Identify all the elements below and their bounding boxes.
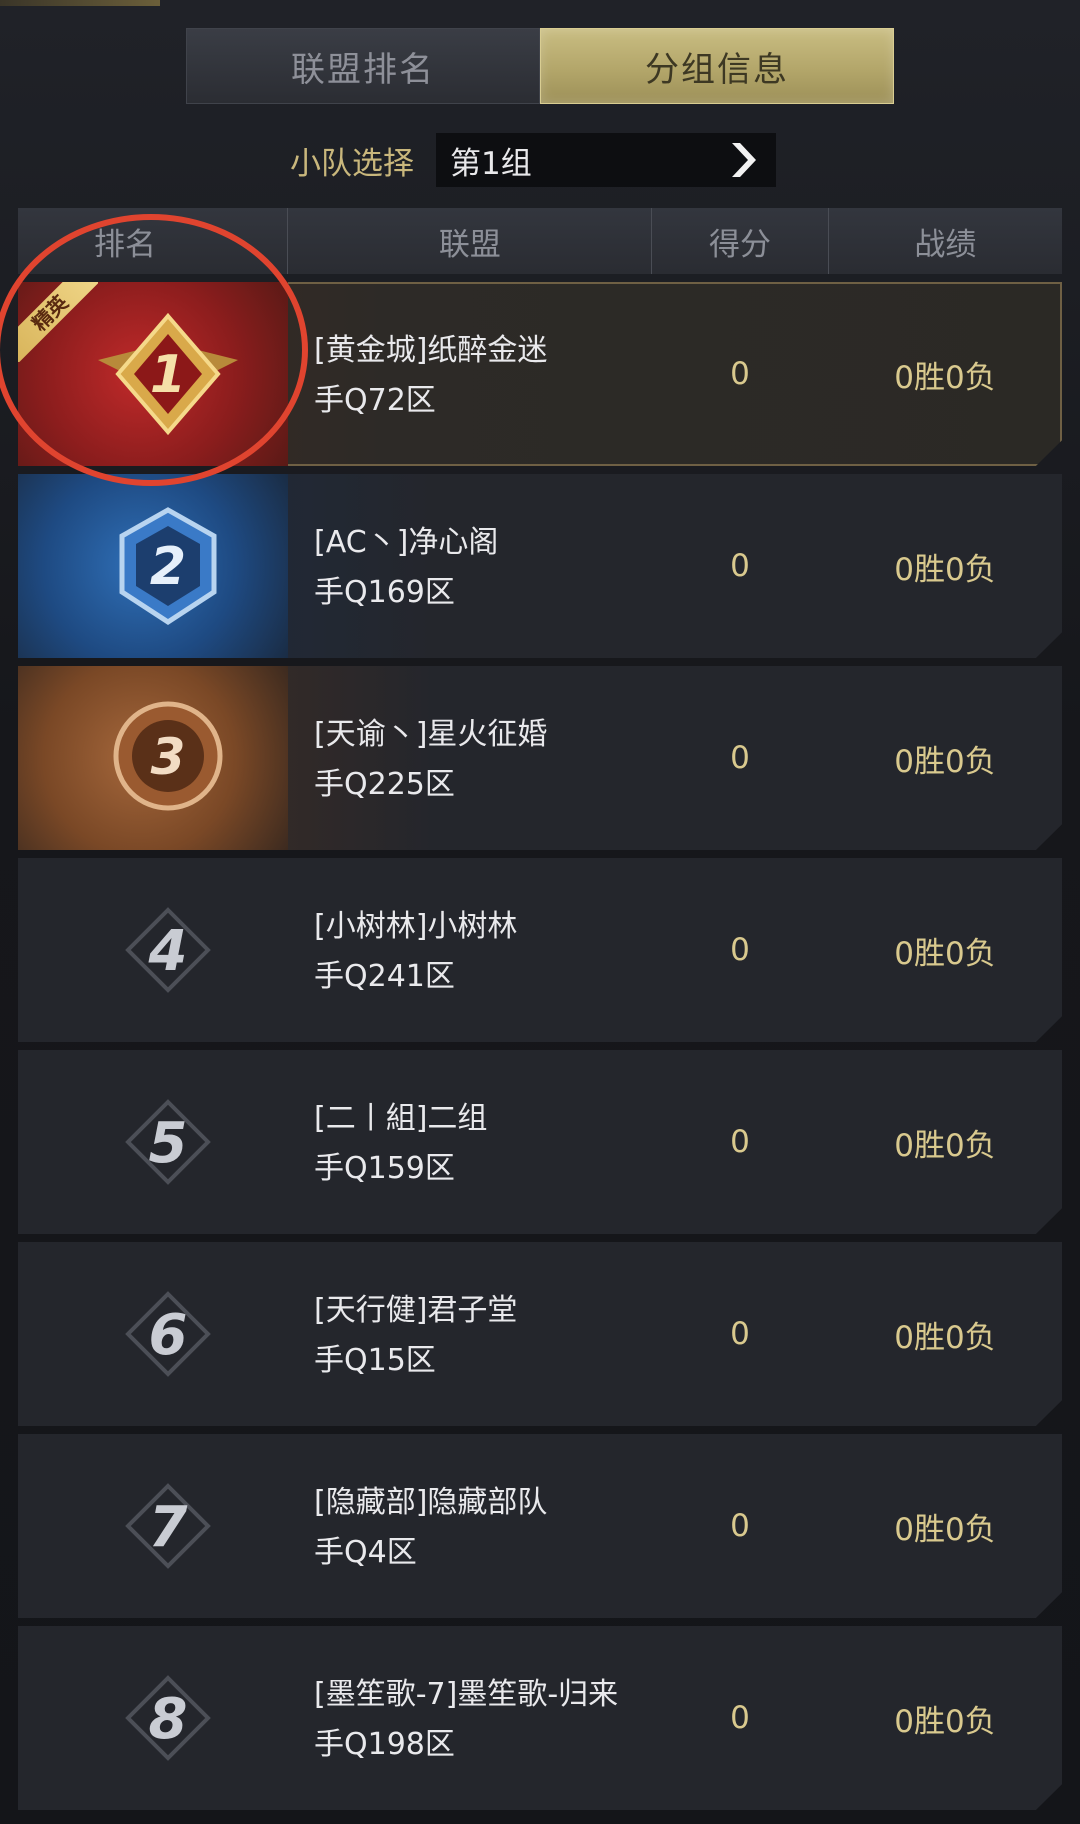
tab-bar: 联盟排名 分组信息 (186, 28, 894, 104)
server-name: 手Q169区 (314, 575, 455, 610)
score-cell: 0 (730, 1700, 750, 1736)
svg-text:4: 4 (148, 919, 188, 984)
table-row[interactable]: 4 [小树林]小树林 手Q241区 0 0胜0负 (18, 858, 1062, 1042)
rank-3-badge-icon: 3 (113, 701, 223, 811)
alliance-cell: [黄金城]纸醉金迷 手Q72区 (314, 326, 644, 426)
score-cell: 0 (730, 548, 750, 584)
alliance-cell: [天行健]君子堂 手Q15区 (314, 1286, 644, 1386)
server-name: 手Q159区 (314, 1151, 455, 1186)
score-cell: 0 (730, 1124, 750, 1160)
svg-text:5: 5 (149, 1111, 188, 1176)
alliance-cell: [小树林]小树林 手Q241区 (314, 902, 644, 1002)
header-record: 战绩 (827, 208, 1062, 274)
team-select-value: 第1组 (450, 145, 532, 182)
server-name: 手Q198区 (314, 1727, 455, 1762)
tab-group-info[interactable]: 分组信息 (540, 28, 894, 104)
table-row[interactable]: 2 [AC丶]净心阁 手Q169区 0 0胜0负 (18, 474, 1062, 658)
alliance-cell: [墨笙歌-7]墨笙歌-归来 手Q198区 (314, 1670, 644, 1770)
svg-text:7: 7 (149, 1495, 188, 1560)
tab-alliance-ranking[interactable]: 联盟排名 (186, 28, 540, 104)
score-cell: 0 (730, 932, 750, 968)
table-row[interactable]: 6 [天行健]君子堂 手Q15区 0 0胜0负 (18, 1242, 1062, 1426)
rank-7-badge-icon: 7 (125, 1483, 211, 1569)
team-selector: 小队选择 第1组 (290, 132, 776, 188)
team-select-label: 小队选择 (290, 145, 414, 182)
rank-4-badge-icon: 4 (125, 907, 211, 993)
server-name: 手Q15区 (314, 1343, 436, 1378)
score-cell: 0 (730, 740, 750, 776)
header-rank: 排名 (94, 226, 156, 263)
header-alliance: 联盟 (287, 208, 651, 274)
alliance-name: [小树林]小树林 (314, 909, 518, 944)
record-cell: 0胜0负 (894, 935, 996, 972)
table-row[interactable]: 3 [天谕丶]星火征婚 手Q225区 0 0胜0负 (18, 666, 1062, 850)
record-cell: 0胜0负 (894, 359, 996, 396)
alliance-cell: [AC丶]净心阁 手Q169区 (314, 518, 644, 618)
table-row[interactable]: 精英 1 [黄金城]纸醉金迷 手Q72区 0 0胜0负 (18, 282, 1062, 466)
record-cell: 0胜0负 (894, 1703, 996, 1740)
score-cell: 0 (730, 356, 750, 392)
table-row[interactable]: 5 [二丨組]二组 手Q159区 0 0胜0负 (18, 1050, 1062, 1234)
alliance-name: [天谕丶]星火征婚 (314, 717, 548, 752)
alliance-name: [天行健]君子堂 (314, 1293, 518, 1328)
server-name: 手Q225区 (314, 767, 455, 802)
alliance-name: [隐藏部]隐藏部队 (314, 1485, 548, 1520)
svg-text:2: 2 (150, 537, 186, 597)
score-cell: 0 (730, 1316, 750, 1352)
server-name: 手Q72区 (314, 383, 436, 418)
rank-2-badge-icon: 2 (119, 507, 217, 625)
record-cell: 0胜0负 (894, 551, 996, 588)
table-row[interactable]: 7 [隐藏部]隐藏部队 手Q4区 0 0胜0负 (18, 1434, 1062, 1618)
alliance-name: [黄金城]纸醉金迷 (314, 333, 548, 368)
alliance-cell: [二丨組]二组 手Q159区 (314, 1094, 644, 1194)
alliance-name: [AC丶]净心阁 (314, 525, 499, 560)
rank-8-badge-icon: 8 (125, 1675, 211, 1761)
rank-1-badge-icon: 1 (98, 312, 238, 436)
top-decoration (0, 0, 160, 6)
record-cell: 0胜0负 (894, 743, 996, 780)
server-name: 手Q4区 (314, 1535, 417, 1570)
rank-5-badge-icon: 5 (125, 1099, 211, 1185)
record-cell: 0胜0负 (894, 1511, 996, 1548)
alliance-cell: [天谕丶]星火征婚 手Q225区 (314, 710, 644, 810)
svg-text:6: 6 (149, 1303, 188, 1368)
svg-text:8: 8 (149, 1687, 188, 1752)
score-cell: 0 (730, 1508, 750, 1544)
alliance-name: [墨笙歌-7]墨笙歌-归来 (314, 1677, 619, 1712)
chevron-right-icon[interactable] (728, 139, 762, 181)
svg-text:3: 3 (151, 728, 186, 786)
table-row[interactable]: 8 [墨笙歌-7]墨笙歌-归来 手Q198区 0 0胜0负 (18, 1626, 1062, 1810)
header-score: 得分 (651, 208, 827, 274)
record-cell: 0胜0负 (894, 1127, 996, 1164)
rank-6-badge-icon: 6 (125, 1291, 211, 1377)
record-cell: 0胜0负 (894, 1319, 996, 1356)
alliance-cell: [隐藏部]隐藏部队 手Q4区 (314, 1478, 644, 1578)
server-name: 手Q241区 (314, 959, 455, 994)
ranking-list: 精英 1 [黄金城]纸醉金迷 手Q72区 0 0胜0负 2 [AC丶]净心阁 手… (18, 282, 1062, 1818)
svg-text:1: 1 (150, 345, 186, 405)
alliance-name: [二丨組]二组 (314, 1101, 488, 1136)
team-select-dropdown[interactable]: 第1组 (436, 133, 776, 187)
table-header: 排名 联盟 得分 战绩 (18, 208, 1062, 274)
